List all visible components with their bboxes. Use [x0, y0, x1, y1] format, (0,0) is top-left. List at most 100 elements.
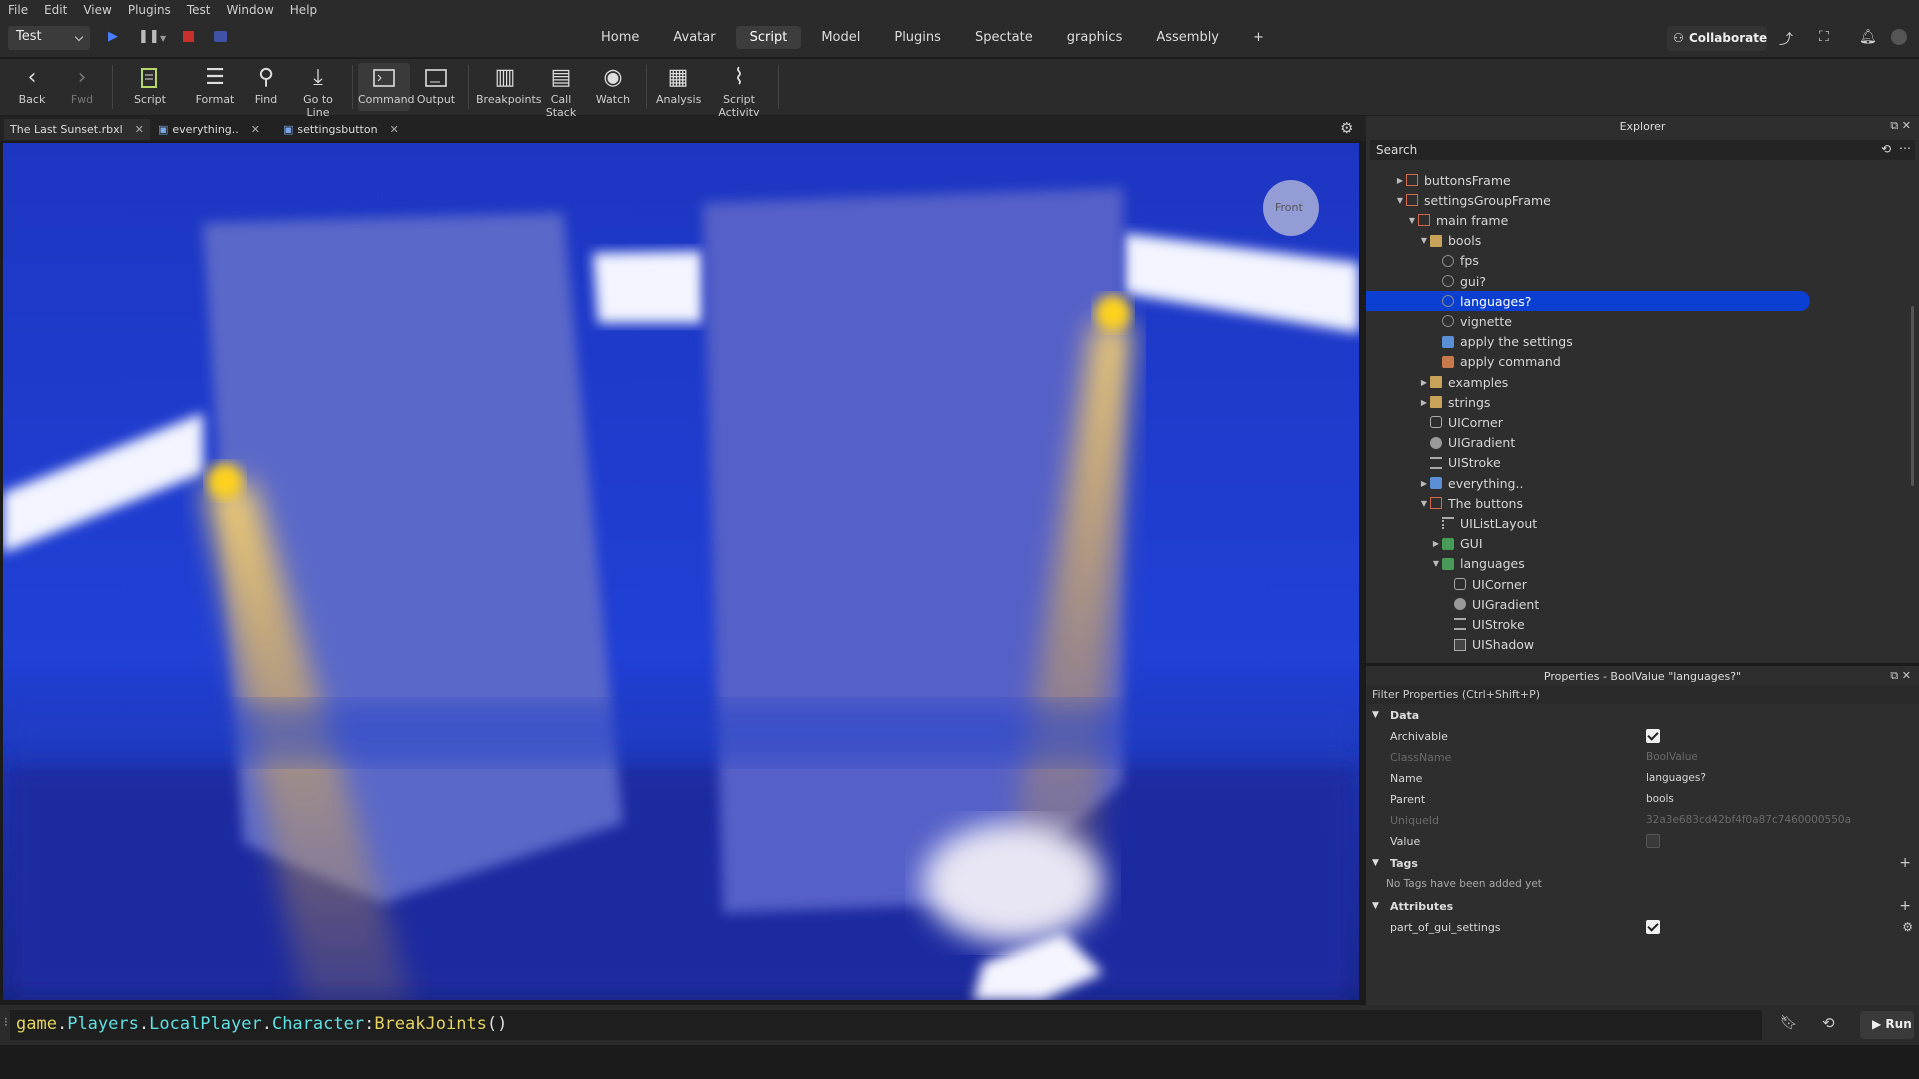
go-to-line-button[interactable]: ⤓ Go to Line [292, 63, 344, 119]
drag-handle-icon[interactable]: ⁝ [4, 1015, 8, 1029]
explorer-search-input[interactable]: Search ⟲ ⋯ [1370, 140, 1915, 160]
explorer-item[interactable]: UIGradient [1366, 433, 1819, 453]
expand-arrow-icon[interactable]: ▶ [1418, 378, 1430, 387]
call-stack-button[interactable]: ▤ Call Stack [536, 63, 586, 119]
avatar[interactable] [1891, 29, 1907, 45]
archivable-checkbox[interactable] [1646, 729, 1660, 743]
close-icon[interactable]: ⧉ ✕ [1890, 669, 1911, 683]
client-server-icon[interactable] [214, 31, 227, 42]
more-icon[interactable]: ⋯ [1899, 141, 1911, 155]
gear-icon[interactable]: ⚙ [1902, 920, 1913, 934]
tab-assembly[interactable]: Assembly [1142, 26, 1233, 49]
tab-spectate[interactable]: Spectate [961, 26, 1047, 49]
filter-properties-input[interactable]: Filter Properties (Ctrl+Shift+P) [1366, 686, 1919, 704]
close-icon[interactable]: ✕ [390, 123, 399, 136]
expand-arrow-icon[interactable]: ▼ [1406, 216, 1418, 225]
expand-arrow-icon[interactable]: ▶ [1418, 398, 1430, 407]
stop-icon[interactable] [183, 31, 194, 42]
expand-arrow-icon[interactable]: ▼ [1430, 559, 1442, 568]
team-create-icon[interactable]: ⛶ [1819, 29, 1829, 45]
bookmark-icon[interactable]: 🔖︎ [1780, 1015, 1798, 1031]
command-input[interactable]: game.Players.LocalPlayer.Character:Break… [10, 1010, 1762, 1040]
forward-button[interactable]: › Fwd [68, 63, 96, 106]
section-attributes[interactable]: ▼ Attributes + [1366, 895, 1919, 917]
explorer-item[interactable]: ▼ languages [1366, 554, 1819, 574]
explorer-item[interactable]: ▼ The buttons [1366, 493, 1819, 513]
explorer-item[interactable]: vignette [1366, 311, 1819, 331]
close-icon[interactable]: ✕ [135, 123, 144, 136]
attribute-checkbox[interactable] [1646, 920, 1660, 934]
expand-arrow-icon[interactable]: ▶ [1418, 479, 1430, 488]
menu-help[interactable]: Help [282, 3, 325, 17]
menu-test[interactable]: Test [179, 3, 219, 17]
value-checkbox[interactable] [1646, 834, 1660, 848]
add-tag-icon[interactable]: + [1899, 855, 1911, 871]
doc-tab-settingsbutton[interactable]: ▣ settingsbutton ✕ [277, 119, 405, 140]
tab-script[interactable]: Script [735, 26, 802, 49]
explorer-item[interactable]: languages? [1366, 291, 1810, 312]
explorer-item[interactable]: UICorner [1366, 412, 1819, 432]
tab-plugins[interactable]: Plugins [880, 26, 955, 49]
bell-icon[interactable]: 🔔︎ [1859, 29, 1877, 45]
menu-window[interactable]: Window [218, 3, 281, 17]
explorer-item[interactable]: ▼ bools [1366, 231, 1819, 251]
script-activity-button[interactable]: ⌇ Script Activity [704, 63, 774, 119]
explorer-item[interactable]: gui? [1366, 271, 1819, 291]
collaborate-button[interactable]: ⚇ Collaborate [1667, 26, 1767, 51]
section-data[interactable]: ▼ Data [1366, 704, 1919, 726]
gear-icon[interactable]: ⚙ [1340, 119, 1353, 137]
explorer-item[interactable]: ▼ settingsGroupFrame [1366, 190, 1819, 210]
play-icon[interactable]: ▶ [108, 29, 118, 44]
script-button[interactable]: Script [130, 63, 170, 106]
analysis-button[interactable]: ▦ Analysis [656, 63, 701, 106]
explorer-item[interactable]: UIStroke [1366, 614, 1819, 634]
tab-avatar[interactable]: Avatar [659, 26, 729, 49]
expand-arrow-icon[interactable]: ▶ [1394, 176, 1406, 185]
3d-viewport[interactable]: Front [3, 143, 1359, 1000]
explorer-item[interactable]: UIGradient [1366, 594, 1819, 614]
history-icon[interactable]: ⟲ [1822, 1014, 1835, 1032]
history-icon[interactable]: ⟲ [1881, 142, 1891, 156]
explorer-item[interactable]: UICorner [1366, 574, 1819, 594]
explorer-item[interactable]: ▶ strings [1366, 392, 1819, 412]
explorer-item[interactable]: ▶ everything.. [1366, 473, 1819, 493]
explorer-item[interactable]: ▶ GUI [1366, 534, 1819, 554]
explorer-item[interactable]: UIStroke [1366, 453, 1819, 473]
tab-home[interactable]: Home [587, 26, 653, 49]
expand-arrow-icon[interactable]: ▼ [1418, 499, 1430, 508]
explorer-item[interactable]: ▶ examples [1366, 372, 1819, 392]
explorer-item[interactable]: apply the settings [1366, 332, 1819, 352]
tab-model[interactable]: Model [807, 26, 874, 49]
add-tab-button[interactable]: + [1239, 26, 1278, 49]
expand-arrow-icon[interactable]: ▼ [1394, 196, 1406, 205]
expand-arrow-icon[interactable]: ▼ [1418, 236, 1430, 245]
find-button[interactable]: ⚲ Find [250, 63, 282, 106]
watch-button[interactable]: ◉ Watch [594, 63, 632, 106]
add-attribute-icon[interactable]: + [1899, 898, 1911, 914]
tab-graphics[interactable]: graphics [1053, 26, 1137, 49]
explorer-item[interactable]: ▶ buttonsFrame [1366, 170, 1819, 190]
menu-file[interactable]: File [0, 3, 36, 17]
back-button[interactable]: ‹ Back [18, 63, 46, 106]
explorer-item[interactable]: fps [1366, 251, 1819, 271]
format-button[interactable]: ☰ Format [195, 63, 235, 106]
doc-tab-place[interactable]: The Last Sunset.rbxl ✕ [4, 119, 150, 140]
menu-plugins[interactable]: Plugins [120, 3, 179, 17]
parent-field[interactable]: bools [1646, 793, 1674, 805]
explorer-item[interactable]: UIShadow [1366, 635, 1819, 652]
close-icon[interactable]: ⧉ ✕ [1890, 119, 1911, 133]
run-button[interactable]: ▶ Run [1860, 1011, 1914, 1039]
expand-arrow-icon[interactable]: ▶ [1430, 539, 1442, 548]
play-options-chevron-icon[interactable]: ▼ [160, 34, 166, 43]
share-icon[interactable]: ⤴ [1779, 29, 1793, 49]
explorer-item[interactable]: apply command [1366, 352, 1819, 372]
section-tags[interactable]: ▼ Tags + [1366, 852, 1919, 874]
close-icon[interactable]: ✕ [251, 123, 260, 136]
menu-view[interactable]: View [75, 3, 119, 17]
explorer-scrollbar[interactable] [1911, 306, 1914, 486]
explorer-item[interactable]: ▼ main frame [1366, 210, 1819, 230]
mode-dropdown[interactable]: Test [8, 26, 90, 50]
command-button[interactable]: Command [358, 63, 415, 111]
pause-icon[interactable]: ❚❚ [138, 29, 160, 44]
menu-edit[interactable]: Edit [36, 3, 75, 17]
